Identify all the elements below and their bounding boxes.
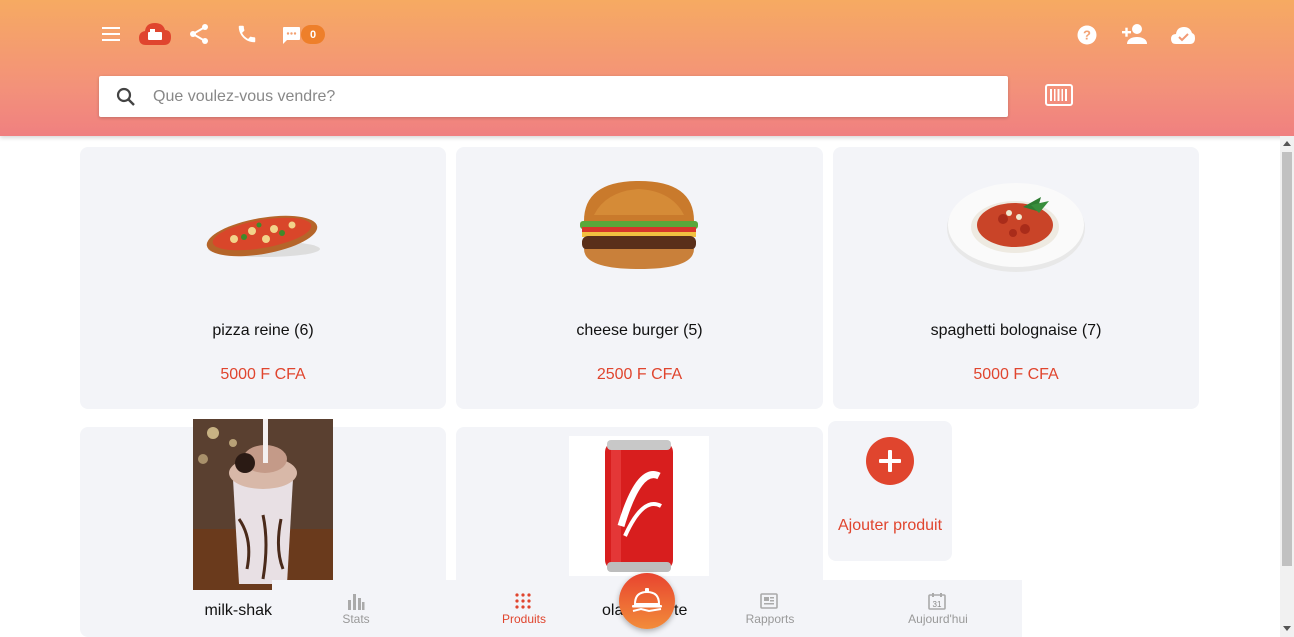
nav-reports[interactable]: Rapports bbox=[710, 580, 830, 637]
spaghetti-image bbox=[945, 179, 1087, 273]
search-bar bbox=[99, 76, 1008, 117]
nav-label: Stats bbox=[342, 612, 370, 626]
search-input[interactable] bbox=[153, 76, 993, 117]
product-card[interactable]: pizza reine (6) 5000 F CFA bbox=[80, 147, 446, 409]
help-icon[interactable]: ? bbox=[1075, 23, 1099, 47]
chat-count-badge: 0 bbox=[301, 25, 325, 44]
nav-label: Aujourd'hui bbox=[908, 612, 968, 626]
scroll-down-arrow[interactable] bbox=[1283, 626, 1291, 631]
chat-icon[interactable] bbox=[280, 24, 302, 46]
product-name: milk-shak bbox=[204, 602, 272, 619]
nav-label: Produits bbox=[501, 612, 547, 626]
svg-text:?: ? bbox=[1083, 28, 1091, 43]
search-icon bbox=[115, 86, 137, 108]
product-name: cheese burger (5) bbox=[576, 322, 703, 339]
product-price: 2500 F CFA bbox=[596, 366, 683, 383]
add-product-label: Ajouter produit bbox=[837, 517, 943, 534]
svg-text:31: 31 bbox=[933, 600, 942, 609]
pizza-image bbox=[204, 205, 322, 265]
barcode-icon[interactable] bbox=[1045, 83, 1073, 107]
add-product-card[interactable]: Ajouter produit bbox=[828, 421, 952, 561]
product-card[interactable]: spaghetti bolognaise (7) 5000 F CFA bbox=[833, 147, 1199, 409]
milkshake-image bbox=[193, 419, 333, 590]
newspaper-icon bbox=[760, 593, 778, 609]
nav-today[interactable]: 31 Aujourd'hui bbox=[878, 580, 998, 637]
product-name: pizza reine (6) bbox=[212, 322, 314, 339]
product-price: 5000 F CFA bbox=[973, 366, 1059, 383]
burger-image bbox=[576, 177, 702, 273]
product-card[interactable]: cheese burger (5) 2500 F CFA bbox=[456, 147, 823, 409]
nav-label: Rapports bbox=[745, 612, 795, 626]
add-product-button[interactable] bbox=[866, 437, 914, 485]
cloud-check-icon[interactable] bbox=[1168, 22, 1198, 48]
calendar-icon: 31 bbox=[928, 593, 946, 610]
add-user-icon[interactable] bbox=[1120, 20, 1150, 48]
nav-stats[interactable]: Stats bbox=[296, 580, 416, 637]
cart-fab-button[interactable] bbox=[619, 573, 675, 629]
share-icon[interactable] bbox=[187, 22, 211, 46]
nav-products[interactable]: Produits bbox=[464, 580, 584, 637]
cola-can-image bbox=[569, 436, 709, 576]
menu-icon[interactable] bbox=[99, 22, 123, 46]
scrollbar-thumb[interactable] bbox=[1282, 152, 1292, 566]
vertical-scrollbar[interactable] bbox=[1280, 136, 1294, 637]
phone-icon[interactable] bbox=[235, 22, 259, 46]
scroll-up-arrow[interactable] bbox=[1283, 141, 1291, 146]
product-name-fragment: te bbox=[674, 602, 688, 619]
bar-chart-icon bbox=[348, 594, 365, 610]
product-card[interactable] bbox=[456, 427, 823, 580]
grid-dots-icon bbox=[515, 593, 531, 609]
product-price: 5000 F CFA bbox=[220, 366, 306, 383]
serving-tray-icon bbox=[632, 588, 662, 613]
logo-icon[interactable] bbox=[137, 18, 173, 50]
plus-icon bbox=[879, 450, 901, 472]
app-header: 0 ? bbox=[0, 0, 1294, 136]
product-name: spaghetti bolognaise (7) bbox=[930, 322, 1102, 339]
